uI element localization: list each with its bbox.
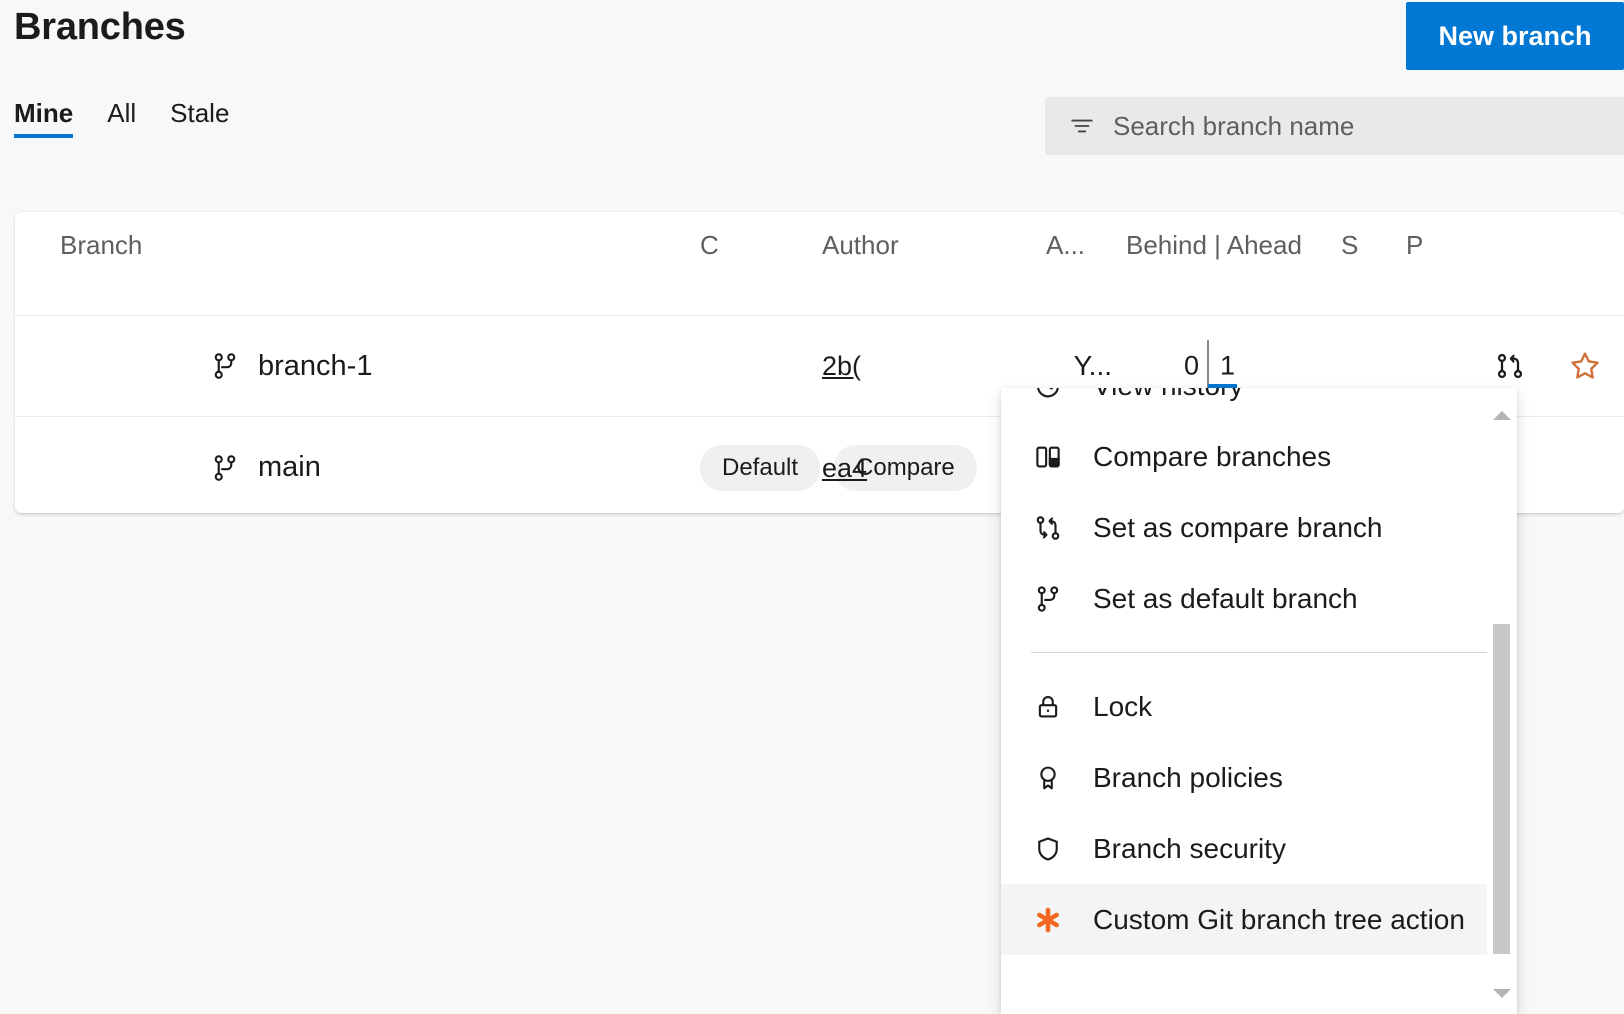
menu-item-lock[interactable]: Lock	[1001, 671, 1517, 742]
git-branch-icon	[210, 453, 240, 483]
column-header-date[interactable]: A...	[1046, 230, 1126, 261]
branch-name[interactable]: branch-1	[258, 350, 372, 383]
commit-link[interactable]: ea4	[822, 453, 867, 483]
context-menu-scrollbar[interactable]	[1487, 388, 1517, 1014]
favorite-action[interactable]	[1549, 349, 1621, 383]
ahead-count: 1	[1220, 351, 1235, 382]
tab-mine[interactable]: Mine	[14, 100, 73, 160]
lock-icon	[1031, 690, 1065, 724]
scroll-up-arrow[interactable]	[1487, 402, 1517, 428]
default-branch-pill[interactable]: Default	[700, 445, 820, 491]
menu-item-label: Lock	[1093, 691, 1152, 723]
branch-filter-tabs: Mine All Stale	[14, 100, 229, 160]
pull-request-icon	[1494, 350, 1526, 382]
set-compare-branch-icon	[1031, 511, 1065, 545]
menu-item-label: Custom Git branch tree action	[1093, 904, 1465, 936]
search-branch-box[interactable]	[1045, 97, 1624, 155]
menu-item-custom-git-branch-tree-action[interactable]: Custom Git branch tree action	[1001, 884, 1517, 955]
branch-cell: main	[115, 451, 700, 484]
history-icon	[1031, 388, 1065, 403]
asterisk-icon	[1031, 903, 1065, 937]
column-header-policies[interactable]: P	[1406, 230, 1471, 261]
table-header-row: Branch C Author A... Behind | Ahead S P	[15, 212, 1624, 316]
menu-item-view-history[interactable]: View history	[1001, 388, 1517, 421]
menu-item-label: Set as default branch	[1093, 583, 1358, 615]
branch-name[interactable]: main	[258, 451, 321, 484]
ribbon-icon	[1031, 761, 1065, 795]
new-branch-button[interactable]: New branch	[1406, 2, 1624, 70]
branch-context-menu: View history Compare branches	[1001, 388, 1517, 1014]
menu-separator	[1031, 652, 1489, 653]
pull-request-action[interactable]	[1471, 350, 1549, 382]
menu-item-label: View history	[1093, 388, 1243, 402]
menu-item-branch-policies[interactable]: Branch policies	[1001, 742, 1517, 813]
menu-item-label: Compare branches	[1093, 441, 1331, 473]
column-header-status[interactable]: S	[1341, 230, 1406, 261]
column-header-branch[interactable]: Branch	[15, 230, 700, 261]
menu-item-compare-branches[interactable]: Compare branches	[1001, 421, 1517, 492]
commit-cell: 2b(	[822, 350, 1046, 382]
tab-all[interactable]: All	[107, 100, 136, 160]
scroll-down-arrow[interactable]	[1487, 980, 1517, 1006]
branch-tags: Default Compare	[700, 445, 822, 491]
menu-item-branch-security[interactable]: Branch security	[1001, 813, 1517, 884]
menu-item-label: Branch security	[1093, 833, 1286, 865]
page-header: Branches New branch Mine All Stale	[0, 0, 1624, 180]
column-header-author[interactable]: Author	[822, 230, 1046, 261]
menu-item-set-as-default-branch[interactable]: Set as default branch	[1001, 563, 1517, 634]
filter-icon	[1069, 113, 1095, 139]
menu-item-label: Set as compare branch	[1093, 512, 1383, 544]
branch-cell: branch-1	[115, 350, 700, 383]
page-title: Branches	[14, 6, 186, 49]
commit-link[interactable]: 2b(	[822, 351, 861, 381]
star-icon	[1568, 349, 1602, 383]
search-input[interactable]	[1113, 111, 1624, 142]
menu-item-set-as-compare-branch[interactable]: Set as compare branch	[1001, 492, 1517, 563]
menu-item-label: Branch policies	[1093, 762, 1283, 794]
set-default-branch-icon	[1031, 582, 1065, 616]
context-menu-list: View history Compare branches	[1001, 388, 1517, 955]
author-cell: Y...	[1046, 350, 1126, 382]
column-header-commit[interactable]: C	[700, 230, 822, 261]
column-header-behind-ahead[interactable]: Behind | Ahead	[1126, 230, 1341, 261]
tab-stale[interactable]: Stale	[170, 100, 229, 160]
git-branch-icon	[210, 351, 240, 381]
shield-icon	[1031, 832, 1065, 866]
scrollbar-thumb[interactable]	[1493, 624, 1510, 954]
compare-branches-icon	[1031, 440, 1065, 474]
behind-count: 0	[1184, 351, 1199, 382]
